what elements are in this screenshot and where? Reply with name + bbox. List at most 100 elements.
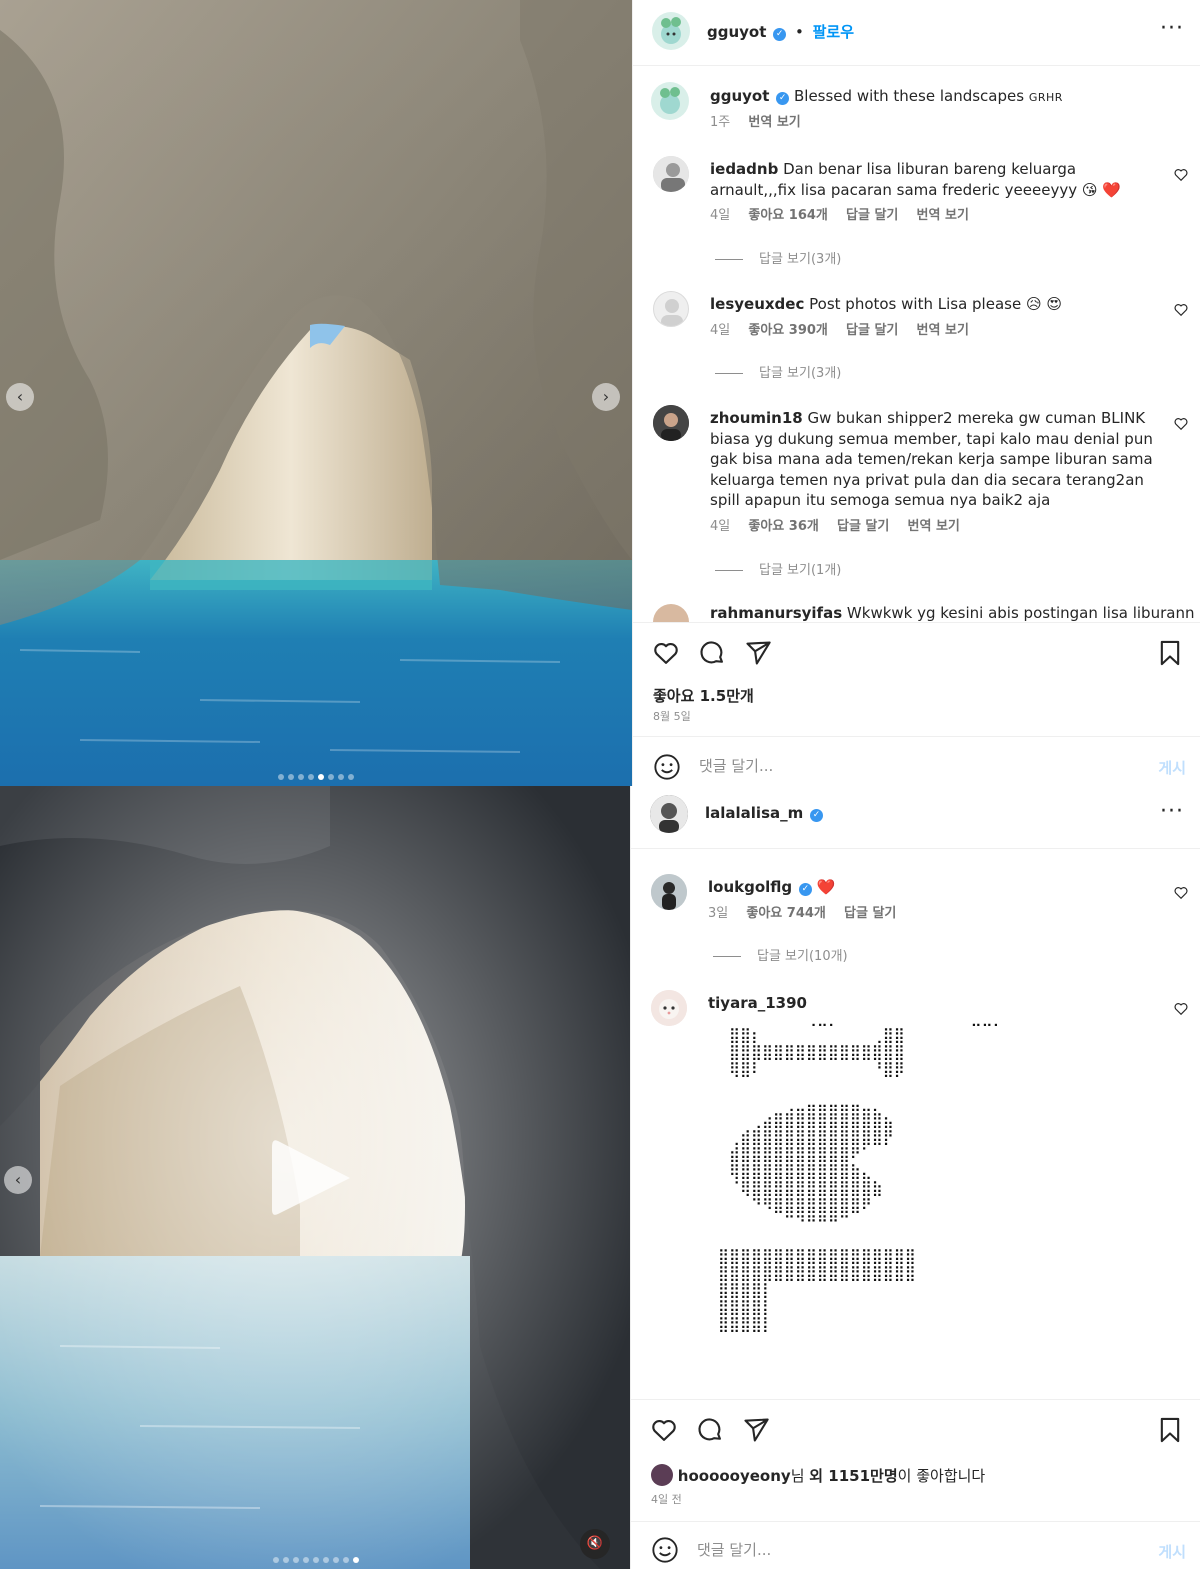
view-replies-label: 답글 보기(3개) (759, 366, 842, 381)
post-1-photo[interactable]: ‹ › (0, 0, 632, 786)
post-1-header: gguyot ✓ • 팔로우 ··· (633, 0, 1200, 66)
comment-input[interactable] (697, 1535, 1117, 1565)
commenter-username[interactable]: lesyeuxdec (710, 295, 804, 313)
reply-button[interactable]: 답글 달기 (844, 906, 896, 921)
view-replies-button[interactable]: 답글 보기(3개) (715, 362, 841, 381)
comment-text: Wkwkwk yg kesini abis postingan lisa lib… (846, 604, 1195, 622)
separator-dot: • (794, 23, 804, 41)
like-heart-icon[interactable] (652, 639, 680, 667)
carousel-dot (348, 774, 354, 780)
view-replies-button[interactable]: 답글 보기(10개) (713, 945, 848, 964)
carousel-dot (298, 774, 304, 780)
author-username[interactable]: gguyot (707, 23, 766, 41)
comment-likes-count[interactable]: 좋아요 744개 (746, 906, 826, 921)
commenter-username[interactable]: loukgolflg (708, 878, 792, 896)
comment-like-heart-icon[interactable] (1174, 417, 1188, 431)
follow-button[interactable]: 팔로우 (813, 23, 854, 41)
commenter-avatar[interactable] (653, 604, 689, 622)
carousel-dot (343, 1557, 349, 1563)
share-send-icon[interactable] (744, 639, 772, 667)
commenter-username[interactable]: iedadnb (710, 160, 778, 178)
comment-like-heart-icon[interactable] (1174, 168, 1188, 182)
mute-speaker-icon[interactable]: 🔇 (580, 1529, 610, 1559)
translate-link[interactable]: 번역 보기 (917, 323, 969, 338)
likes-count[interactable]: 좋아요 1.5만개 (653, 685, 754, 706)
comment-time: 3일 (708, 905, 729, 921)
post-comment-button[interactable]: 게시 (1158, 1541, 1186, 1562)
comment-like-heart-icon[interactable] (1174, 886, 1188, 900)
emoji-smiley-icon[interactable] (653, 753, 681, 781)
post-2-video[interactable]: ‹ 🔇 (0, 786, 632, 1569)
author-avatar[interactable] (650, 795, 688, 833)
emoji-smiley-icon[interactable] (651, 1536, 679, 1564)
replies-line (713, 956, 741, 957)
replies-line (715, 570, 743, 571)
translate-link[interactable]: 번역 보기 (917, 208, 969, 223)
carousel-dot (303, 1557, 309, 1563)
post-date[interactable]: 8월 5일 (653, 708, 691, 724)
commenter-avatar[interactable] (651, 990, 687, 1026)
more-options-icon[interactable]: ··· (1160, 799, 1184, 824)
carousel-dot (328, 774, 334, 780)
view-replies-button[interactable]: 답글 보기(3개) (715, 248, 841, 267)
prev-photo-button[interactable]: ‹ (6, 383, 34, 411)
share-send-icon[interactable] (742, 1416, 770, 1444)
reply-button[interactable]: 답글 달기 (837, 519, 889, 534)
carousel-dot (288, 774, 294, 780)
person-avatar-icon (651, 874, 687, 910)
liked-by-summary[interactable]: hoooooyeony님 외 1151만명이 좋아합니다 (651, 1464, 985, 1486)
cartoon-avatar-icon (660, 87, 680, 114)
braille-art-comment: ⠀⠀⠀⠀⠀⠀⠀⠀⢀⣀⡀⠀⠀⠀⠀⠀⠀⠀⠀⠀⠀⠀⠀⣀⣀⡀ ⠀⣿⣿⡆⠀⠀⠀⠀⠀⠀⠀⠀⠀… (718, 1008, 1004, 1333)
carousel-dot (308, 774, 314, 780)
carousel-dot (273, 1557, 279, 1563)
commenter-avatar[interactable] (653, 291, 689, 327)
post-date[interactable]: 4일 전 (651, 1491, 682, 1507)
bookmark-save-icon[interactable] (1156, 639, 1184, 667)
person-avatar-icon (650, 795, 688, 833)
caption-username[interactable]: gguyot (710, 87, 769, 105)
caption-tag: GRHR (1028, 91, 1063, 104)
comment-bubble-icon[interactable] (698, 639, 726, 667)
carousel-indicator (0, 774, 632, 780)
default-avatar-icon (661, 299, 683, 326)
verified-badge-icon: ✓ (773, 28, 787, 41)
liked-by-count[interactable]: 외 1151만명 (809, 1467, 897, 1485)
bookmark-save-icon[interactable] (1156, 1416, 1184, 1444)
carousel-dot-active (353, 1557, 359, 1563)
caption-avatar[interactable] (651, 82, 689, 120)
carousel-indicator (0, 1557, 632, 1563)
post-1: ‹ › gguyot ✓ • 팔로우 ··· gguyot ✓ Blessed … (0, 0, 1200, 786)
commenter-username[interactable]: rahmanursyifas (710, 604, 842, 622)
like-heart-icon[interactable] (650, 1416, 678, 1444)
add-comment-bar: 게시 (631, 1521, 1200, 1569)
commenter-avatar[interactable] (653, 156, 689, 192)
carousel-dot-active (318, 774, 324, 780)
comment-likes-count[interactable]: 좋아요 164개 (748, 208, 828, 223)
next-photo-button[interactable]: › (592, 383, 620, 411)
view-replies-button[interactable]: 답글 보기(1개) (715, 559, 841, 578)
comment-input[interactable] (699, 751, 1119, 781)
prev-photo-button[interactable]: ‹ (4, 1166, 32, 1194)
commenter-username[interactable]: zhoumin18 (710, 409, 803, 427)
commenter-avatar[interactable] (651, 874, 687, 910)
liker-username[interactable]: hoooooyeony (678, 1467, 791, 1485)
comment-time: 4일 (710, 322, 731, 338)
commenter-avatar[interactable] (653, 405, 689, 441)
reply-button[interactable]: 답글 달기 (846, 323, 898, 338)
sea-arch-photo (0, 0, 632, 786)
author-username[interactable]: lalalalisa_m (705, 804, 803, 822)
post-comment-button[interactable]: 게시 (1158, 757, 1186, 778)
verified-badge-icon: ✓ (810, 809, 824, 822)
comment-like-heart-icon[interactable] (1174, 1002, 1188, 1016)
author-avatar[interactable] (652, 12, 690, 50)
comment-likes-count[interactable]: 좋아요 390개 (748, 323, 828, 338)
translate-link[interactable]: 번역 보기 (908, 519, 960, 534)
more-options-icon[interactable]: ··· (1160, 16, 1184, 41)
comment-bubble-icon[interactable] (696, 1416, 724, 1444)
carousel-dot (323, 1557, 329, 1563)
comment-likes-count[interactable]: 좋아요 36개 (748, 519, 818, 534)
reply-button[interactable]: 답글 달기 (846, 208, 898, 223)
translate-link[interactable]: 번역 보기 (748, 115, 800, 130)
post-1-sidepanel: gguyot ✓ • 팔로우 ··· gguyot ✓ Blessed with… (632, 0, 1200, 786)
comment-like-heart-icon[interactable] (1174, 303, 1188, 317)
